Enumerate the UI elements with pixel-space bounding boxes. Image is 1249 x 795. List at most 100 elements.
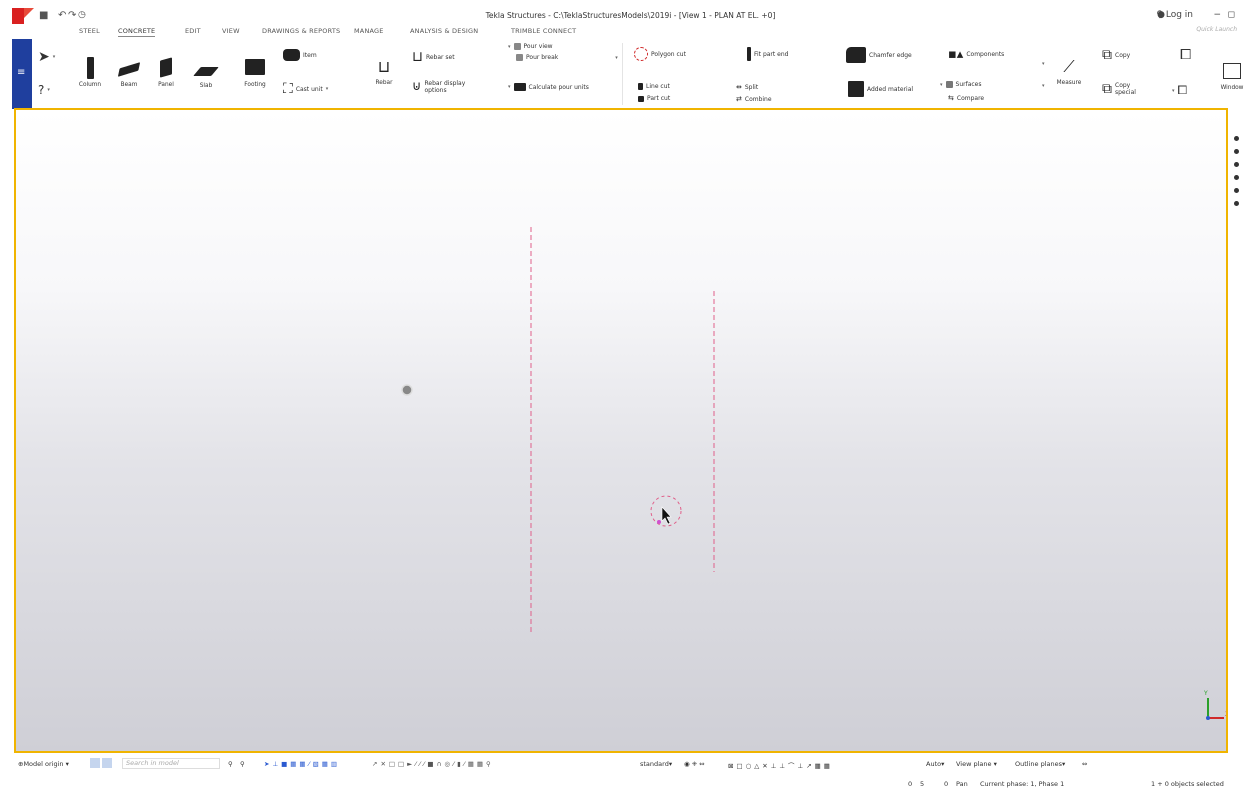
compare-button[interactable]: ⇆ Compare <box>948 94 984 102</box>
search-in-model-input[interactable]: Search in model <box>122 758 220 769</box>
view-plane-dropdown[interactable]: View plane ▾ <box>956 760 997 768</box>
copy-icon: ⧉ <box>1102 47 1112 63</box>
snap-options-icon[interactable]: ◉ ⁜ ⇔ <box>684 760 705 768</box>
side-tool-icon[interactable] <box>1234 162 1239 167</box>
search-icon[interactable]: ⚲ <box>228 760 233 768</box>
current-phase[interactable]: Current phase: 1, Phase 1 <box>980 780 1064 788</box>
copy-button[interactable]: ⧉ Copy <box>1102 47 1130 63</box>
part-cut-label: Part cut <box>647 95 671 102</box>
chamfer-edge-button[interactable]: Chamfer edge <box>846 47 912 63</box>
login-button[interactable]: ⚲ Log in <box>1156 10 1193 20</box>
fit-part-end-icon <box>747 47 751 61</box>
model-canvas[interactable]: Y X <box>16 110 1226 751</box>
more-dropdown[interactable]: ▾ <box>1042 83 1045 89</box>
auto-dropdown[interactable]: Auto▾ <box>926 760 944 768</box>
move-special-icon: ⧠ <box>1177 83 1188 97</box>
calculate-pour-units-button[interactable]: ▾ Calculate pour units <box>508 83 589 91</box>
view-plane-icon[interactable] <box>102 758 112 768</box>
fit-part-end-button[interactable]: Fit part end <box>747 47 788 61</box>
polygon-cut-icon <box>634 47 648 61</box>
side-tool-icon[interactable] <box>1234 201 1239 206</box>
line-cut-icon <box>638 83 643 90</box>
query-icon: ? <box>38 83 45 97</box>
components-dropdown[interactable]: ▾ <box>1042 61 1045 67</box>
added-material-button[interactable]: Added material <box>848 81 913 97</box>
rebar-set-label: Rebar set <box>425 53 455 61</box>
split-button[interactable]: ⇹ Split <box>736 83 758 91</box>
selection-switches[interactable]: ➤⊥■▦▦⁄▧▦▥ <box>264 760 340 768</box>
model-origin-label: Model origin <box>23 760 64 768</box>
minimize-button[interactable]: − <box>1213 10 1221 20</box>
tab-steel[interactable]: STEEL <box>79 27 100 35</box>
standard-dropdown[interactable]: standard▾ <box>640 760 672 768</box>
surfaces-button[interactable]: ▾ Surfaces <box>940 81 982 88</box>
item-button[interactable]: Item <box>283 49 317 61</box>
rebar-button[interactable]: ⊔ Rebar <box>370 57 398 86</box>
side-tool-icon[interactable] <box>1234 149 1239 154</box>
move-special-button[interactable]: ▾ ⧠ <box>1172 83 1187 98</box>
restore-button[interactable]: ◻ <box>1228 10 1235 20</box>
slab-button[interactable]: Slab <box>193 63 219 89</box>
footing-button[interactable]: Footing <box>238 59 272 88</box>
svg-text:Y: Y <box>1203 690 1208 697</box>
components-button[interactable]: ▪▴ Components <box>948 47 1004 62</box>
footing-label: Footing <box>244 82 266 88</box>
geometry-snap-switches[interactable]: ⊠□○△✕⊥⊥⌒⊥↗▦▦ <box>728 760 833 770</box>
tekla-window: ■ ↶ ↷ ◷ Tekla Structures - C:\TeklaStruc… <box>12 8 1249 795</box>
expand-icon[interactable]: ⇔ <box>1082 760 1087 768</box>
model-origin-dropdown[interactable]: ⊕Model origin ▾ <box>18 760 69 768</box>
column-icon <box>86 57 94 79</box>
cast-unit-button[interactable]: ⛶ Cast unit ▾ <box>283 81 328 97</box>
column-button[interactable]: Column <box>76 57 104 88</box>
rebar-set-button[interactable]: ⊔ Rebar set <box>412 49 455 65</box>
move-button[interactable]: ⧠ <box>1180 47 1191 63</box>
panel-button[interactable]: Panel <box>154 57 178 88</box>
svg-text:X: X <box>1225 711 1226 718</box>
tab-analysis-design[interactable]: ANALYSIS & DESIGN <box>410 27 478 35</box>
zoom-icon[interactable]: ⚲ <box>240 760 245 768</box>
copy-special-label-2: special <box>1115 89 1136 96</box>
select-tool-button[interactable]: ➤ ▾ <box>38 49 55 65</box>
view-rotation-point-icon[interactable] <box>401 384 413 396</box>
outline-planes-dropdown[interactable]: Outline planes▾ <box>1015 760 1065 768</box>
surfaces-icon <box>945 81 953 88</box>
snap-switches[interactable]: ↗✕□□►⁄⁄⁄■∩◎⁄▮⁄▦▦⚲ <box>372 760 494 768</box>
rebar-label: Rebar <box>375 80 393 86</box>
compare-label: Compare <box>956 94 985 102</box>
part-cut-button[interactable]: Part cut <box>638 95 670 102</box>
combine-icon: ⇄ <box>736 95 742 103</box>
quick-launch-input[interactable]: Quick Launch <box>1175 26 1237 37</box>
pour-view-button[interactable]: ▾ Pour view <box>508 43 553 50</box>
combine-button[interactable]: ⇄ Combine <box>736 95 772 103</box>
ribbon: ≡ ➤ ▾ ? ▾ Column Beam Panel Slab Footing I… <box>12 39 1249 109</box>
pour-break-button[interactable]: Pour break ▾ <box>516 54 618 61</box>
tab-concrete[interactable]: CONCRETE <box>118 27 156 37</box>
window-button[interactable]: Window <box>1215 63 1249 91</box>
chamfer-edge-label: Chamfer edge <box>869 51 912 59</box>
surfaces-label: Surfaces <box>955 81 982 88</box>
panel-label: Panel <box>158 82 174 88</box>
query-tool-button[interactable]: ? ▾ <box>38 83 50 97</box>
side-tool-icon[interactable] <box>1234 136 1239 141</box>
beam-button[interactable]: Beam <box>114 61 144 88</box>
work-plane-icon[interactable] <box>90 758 100 768</box>
model-view-plan-at-el-0[interactable]: Y X <box>14 108 1228 753</box>
polygon-cut-button[interactable]: Polygon cut <box>634 47 686 61</box>
slab-icon <box>193 67 219 76</box>
polygon-cut-label: Polygon cut <box>651 50 686 58</box>
tab-view[interactable]: VIEW <box>222 27 240 35</box>
tab-edit[interactable]: EDIT <box>185 27 201 35</box>
rebar-display-options-button[interactable]: ⊍ Rebar display options <box>412 79 465 94</box>
side-pane-toggle[interactable]: ≡ <box>12 39 32 109</box>
copy-special-button[interactable]: ⧉ Copy special <box>1102 81 1136 97</box>
side-tool-icon[interactable] <box>1234 175 1239 180</box>
line-cut-button[interactable]: Line cut <box>638 83 670 90</box>
side-tool-icon[interactable] <box>1234 188 1239 193</box>
measure-button[interactable]: ⟋ Measure <box>1054 57 1084 86</box>
tab-drawings-reports[interactable]: DRAWINGS & REPORTS <box>262 27 340 35</box>
snap-point-icon <box>657 520 661 524</box>
tab-manage[interactable]: MANAGE <box>354 27 384 35</box>
pour-view-icon <box>513 43 521 50</box>
standard-label: standard <box>640 760 669 768</box>
tab-trimble-connect[interactable]: TRIMBLE CONNECT <box>511 27 576 35</box>
